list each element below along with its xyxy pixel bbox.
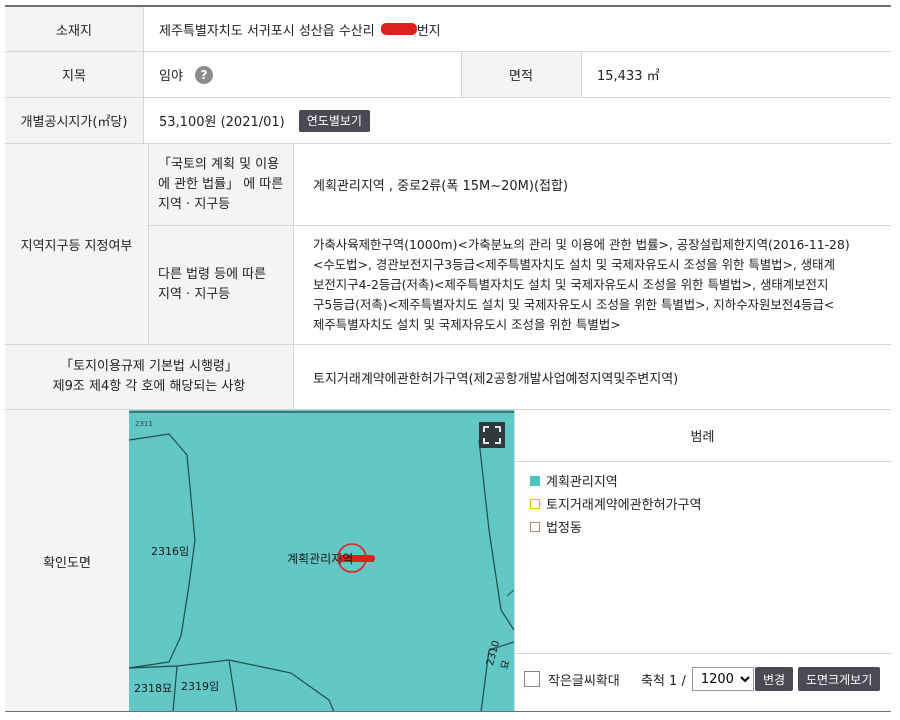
regulation-value: 토지거래계약에관한허가구역(제2공항개발사업예정지역및주변지역) [313, 371, 679, 387]
map-label: 확인도면 [43, 555, 91, 571]
other-law-label-line-1: 다른 법령 등에 따른 [158, 267, 267, 282]
divider [143, 7, 144, 144]
other-law-value-line-1: 가축사육제한구역(1000m)<가축분뇨의 관리 및 이용에 관한 법률>, 공… [313, 237, 850, 252]
land-category-value-cell: 임야 ? [143, 52, 461, 98]
national-law-label-line-3: 지역 · 지구등 [158, 196, 231, 212]
location-value-cell: 제주특별자치도 서귀포시 성산읍 수산리 번지 [143, 7, 891, 52]
enlarge-text-control[interactable]: 작은글씨확대 [524, 667, 620, 691]
price-value-cell: 53,100원 (2021/01) 연도별보기 [143, 98, 891, 144]
legend-label: 토지거래계약에관한허가구역 [546, 498, 702, 513]
national-law-label-line-1: 「국토의 계획 및 이용 [158, 156, 280, 172]
price-label: 개별공시지가(㎡당) [20, 115, 128, 130]
help-icon[interactable]: ? [194, 65, 213, 84]
other-law-value-line-5: 제주특별자치도 설치 및 국제자유도시 조성을 위한 특별법> [313, 317, 621, 332]
divider [293, 144, 294, 410]
national-law-value-cell: 계획관리지역 , 중로2류(폭 15M~20M)(접합) [293, 144, 891, 226]
land-category-label: 지목 [62, 69, 86, 84]
area-value-cell: 15,433 ㎡ [581, 52, 891, 98]
regulation-value-cell: 토지거래계약에관한허가구역(제2공항개발사업예정지역및주변지역) [293, 345, 891, 410]
svg-text:2311: 2311 [135, 420, 153, 428]
big-map-button[interactable]: 도면크게보기 [798, 667, 881, 691]
parcel-label-1: 2316임 [151, 545, 190, 558]
other-law-value-line-4: 구5등급(저촉)<제주특별자치도 설치 및 국제자유도시 조성을 위한 특별법>… [313, 297, 835, 312]
location-value: 제주특별자치도 서귀포시 성산읍 수산리 [159, 23, 375, 39]
regulation-label-line-2: 제9조 제4항 각 호에 해당되는 사항 [52, 379, 246, 394]
zoning-label: 지역지구등 지정여부 [20, 238, 133, 254]
area-value: 15,433 ㎡ [597, 69, 660, 84]
enlarge-checkbox[interactable] [524, 671, 540, 687]
other-law-label-cell: 다른 법령 등에 따른 지역 · 지구등 [148, 226, 293, 345]
legend-item-permit-zone: 토지거래계약에관한허가구역 [530, 494, 701, 513]
change-button-wrap: 변경 [755, 667, 794, 691]
scale-control: 축척 1 / 1200 [641, 667, 754, 691]
other-law-value-cell: 가축사육제한구역(1000m)<가축분뇨의 관리 및 이용에 관한 법률>, 공… [293, 226, 891, 345]
divider [5, 711, 891, 712]
land-use-table: 소재지 제주특별자치도 서귀포시 성산읍 수산리 번지 지목 임야 ? 면적 1… [5, 5, 891, 712]
regulation-label-cell: 「토지이용규제 기본법 시행령」 제9조 제4항 각 호에 해당되는 사항 [5, 345, 293, 410]
divider [148, 144, 149, 345]
legend-swatch-filled [530, 475, 540, 486]
zoning-label-cell: 지역지구등 지정여부 [5, 144, 148, 345]
area-label-cell: 면적 [461, 52, 581, 98]
legend-label: 계획관리지역 [546, 475, 618, 490]
price-label-cell: 개별공시지가(㎡당) [5, 98, 143, 144]
bigmap-button-wrap: 도면크게보기 [798, 667, 881, 691]
national-law-label-cell: 「국토의 계획 및 이용 에 관한 법률」 에 따른 지역 · 지구등 [148, 144, 293, 226]
location-label: 소재지 [56, 23, 92, 39]
divider [514, 653, 891, 654]
national-law-label-line-2: 에 관한 법률」 에 따른 [158, 176, 284, 192]
parcel-label-2: 2318묘 [134, 682, 173, 695]
other-law-value-line-3: 보전지구4-2등급(저촉)<제주특별자치도 설치 및 국제자유도시 조성을 위한… [313, 277, 829, 292]
legend-swatch-outline [530, 521, 540, 532]
yearly-view-button[interactable]: 연도별보기 [298, 109, 370, 132]
fullscreen-icon[interactable] [479, 422, 505, 448]
map-center-label: 계획관리지역 [287, 552, 354, 566]
scale-label: 축척 1 / [641, 673, 686, 689]
legend-item-planned-management: 계획관리지역 [530, 471, 618, 490]
map-label-cell: 확인도면 [5, 410, 129, 712]
divider [461, 52, 462, 98]
area-label: 면적 [509, 69, 533, 84]
divider [581, 52, 582, 98]
other-law-label-line-2: 지역 · 지구등 [158, 287, 231, 302]
land-category-label-cell: 지목 [5, 52, 143, 98]
legend-swatch-outline [530, 498, 540, 509]
parcel-label-3: 2319임 [181, 680, 220, 693]
scale-select[interactable]: 1200 [691, 667, 754, 691]
enlarge-label: 작은글씨확대 [548, 673, 620, 689]
legend-item-legal-dong: 법정동 [530, 517, 582, 536]
location-label-cell: 소재지 [5, 7, 143, 52]
change-button[interactable]: 변경 [755, 667, 794, 691]
regulation-label-line-1: 「토지이용규제 기본법 시행령」 [60, 359, 238, 374]
price-value: 53,100원 (2021/01) [159, 115, 285, 130]
national-law-value: 계획관리지역 , 중로2류(폭 15M~20M)(접합) [313, 179, 569, 194]
land-category-value: 임야 [159, 69, 183, 84]
location-suffix: 번지 [416, 23, 441, 39]
other-law-value-line-2: <수도법>, 경관보전지구3등급<제주특별자치도 설치 및 국제자유도시 조성을… [313, 257, 835, 272]
confirmation-map[interactable]: 2311 계획관리지역 2316임 2318묘 2319임 2310묘 [129, 410, 514, 712]
legend-title: 범례 [514, 410, 891, 462]
legend-label: 법정동 [546, 521, 582, 536]
redacted-marker [380, 23, 417, 35]
